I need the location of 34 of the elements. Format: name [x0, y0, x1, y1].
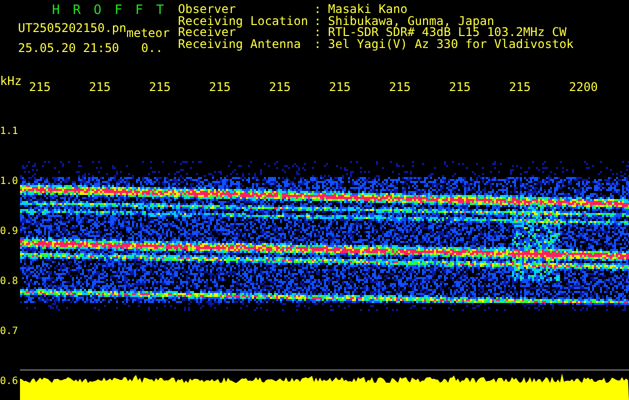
field-value: Masaki Kano — [328, 4, 408, 16]
time-axis-label: 215 — [269, 82, 292, 96]
field-value: Shibukawa, Gunma, Japan — [328, 16, 494, 27]
frequency-axis-label: 1.1 — [0, 126, 18, 136]
field-label: Receiver — [178, 27, 236, 38]
field-separator: : — [314, 27, 322, 38]
time-axis-label: 215 — [389, 82, 412, 96]
frequency-axis-label: 0.8 — [0, 276, 18, 286]
time-axis-label: 215 — [89, 82, 112, 96]
frequency-axis-label: 0.7 — [0, 326, 18, 336]
frequency-axis-label: 0.9 — [0, 226, 18, 236]
field-value: RTL-SDR SDR# 43dB L15 103.2MHz CW — [328, 27, 566, 38]
field-separator: : — [314, 4, 322, 16]
time-axis-label: 215 — [509, 82, 532, 96]
time-axis-label: 2200 — [569, 82, 599, 96]
field-value: 3el Yagi(V) Az 330 for Vladivostok — [328, 38, 574, 50]
field-label: Receiving Antenna — [178, 38, 302, 50]
field-label: Observer — [178, 4, 236, 16]
timestamp: 25.05.20 21:50 — [18, 43, 120, 54]
field-label: Receiving Location — [178, 16, 310, 27]
file-name: UT2505202150.pn — [18, 23, 126, 34]
mode-label: meteor — [126, 28, 170, 39]
time-axis-label: 215 — [29, 82, 52, 96]
time-axis-label: 215 — [149, 82, 172, 96]
count-label: 0.. — [141, 43, 163, 54]
app-title: HROFFT — [51, 4, 178, 17]
time-axis-label: 215 — [449, 82, 472, 96]
field-separator: : — [314, 38, 322, 50]
frequency-axis-label: 1.0 — [0, 176, 18, 186]
time-axis-label: 215 — [329, 82, 352, 96]
field-separator: : — [314, 16, 322, 27]
unit-label: kHz — [0, 73, 23, 90]
time-axis-label: 215 — [209, 82, 232, 96]
frequency-axis-label: 0.6 — [0, 376, 18, 386]
